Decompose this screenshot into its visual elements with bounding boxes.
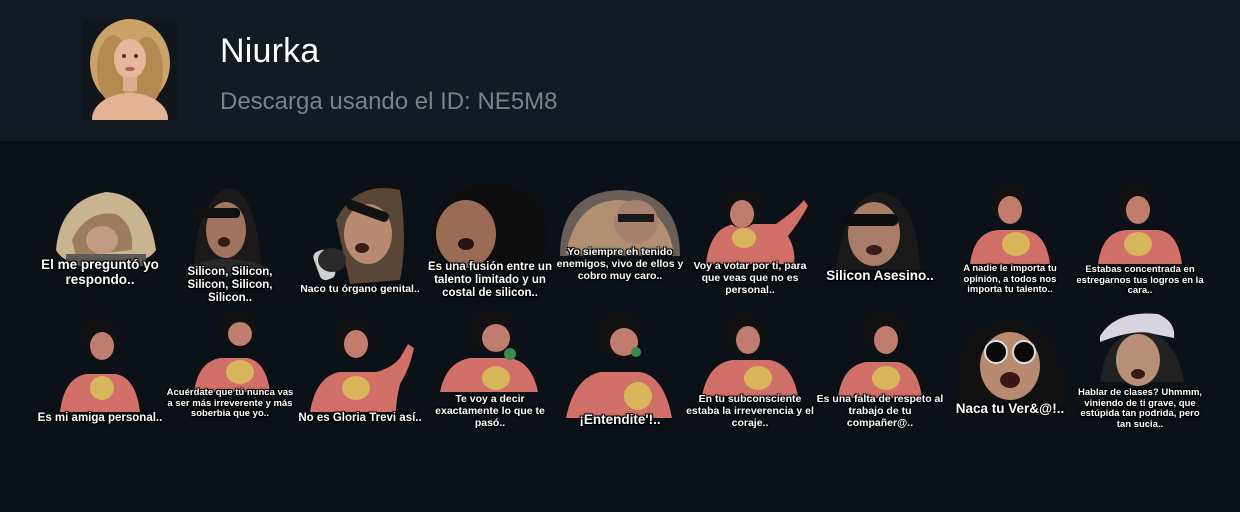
sticker-8[interactable]: A nadie le importa tu opinión, a todos n… [946,180,1074,308]
sticker-1[interactable]: El me preguntó yo respondo.. [36,180,164,308]
sticker-caption: Estabas concentrada en estregarnos tus l… [1076,264,1204,297]
sticker-caption: En tu subconsciente estaba la irreverenc… [686,393,814,429]
sticker-5[interactable]: Yo siempre eh tenido enemigos, vivo de e… [556,180,684,308]
sticker-9[interactable]: Estabas concentrada en estregarnos tus l… [1076,180,1204,308]
sticker-caption: Naco tu órgano genital.. [300,283,420,295]
sticker-12[interactable]: No es Gloria Trevi así.. [296,308,424,436]
sticker-11[interactable]: Acuérdate que tú nunca vas a ser más irr… [166,308,294,436]
sticker-caption: Silicon, Silicon, Silicon, Silicon, Sili… [187,266,273,304]
sticker-2[interactable]: Silicon, Silicon, Silicon, Silicon, Sili… [166,180,294,308]
sticker-7[interactable]: Silicon Asesino.. [816,180,944,308]
sticker-caption: Naca tu Ver&@!.. [955,401,1065,416]
sticker-17[interactable]: Naca tu Ver&@!.. [946,308,1074,436]
sticker-caption: Yo siempre eh tenido enemigos, vivo de e… [556,246,684,282]
sticker-image [560,190,680,256]
sticker-caption: Es una falta de respeto al trabajo de tu… [816,393,944,429]
sticker-caption: Hablar de clases? Uhmmm, viniendo de ti … [1077,387,1203,430]
sticker-18[interactable]: Hablar de clases? Uhmmm, viniendo de ti … [1076,308,1204,436]
sticker-image [956,320,1064,404]
sticker-caption: El me preguntó yo respondo.. [41,257,159,288]
sticker-4[interactable]: Es una fusión entre un talento limitado … [426,180,554,308]
sticker-15[interactable]: En tu subconsciente estaba la irreverenc… [686,308,814,436]
sticker-image [836,192,920,270]
sticker-caption: No es Gloria Trevi así.. [298,412,422,424]
sticker-6[interactable]: Voy a votar por ti, para que veas que no… [686,180,814,308]
sticker-caption: ¡Entendite'!.. [579,412,661,427]
sticker-caption: Voy a votar por ti, para que veas que no… [693,260,807,296]
sticker-10[interactable]: Es mi amiga personal.. [36,308,164,436]
sticker-caption: Acuérdate que tú nunca vas a ser más irr… [166,387,294,420]
sticker-14[interactable]: ¡Entendite'!.. [556,308,684,436]
sticker-image [56,192,156,266]
sticker-13[interactable]: Te voy a decir exactamente lo que te pas… [426,308,554,436]
sticker-caption: Silicon Asesino.. [826,268,934,283]
sticker-caption: Es una fusión entre un talento limitado … [428,261,552,299]
sticker-3[interactable]: Naco tu órgano genital.. [296,180,424,308]
sticker-caption: A nadie le importa tu opinión, a todos n… [963,263,1057,296]
sticker-16[interactable]: Es una falta de respeto al trabajo de tu… [816,308,944,436]
sticker-caption: Es mi amiga personal.. [37,412,163,424]
sticker-caption: Te voy a decir exactamente lo que te pas… [435,393,545,429]
sticker-grid: El me preguntó yo respondo.. Silicon, Si… [0,0,1240,512]
